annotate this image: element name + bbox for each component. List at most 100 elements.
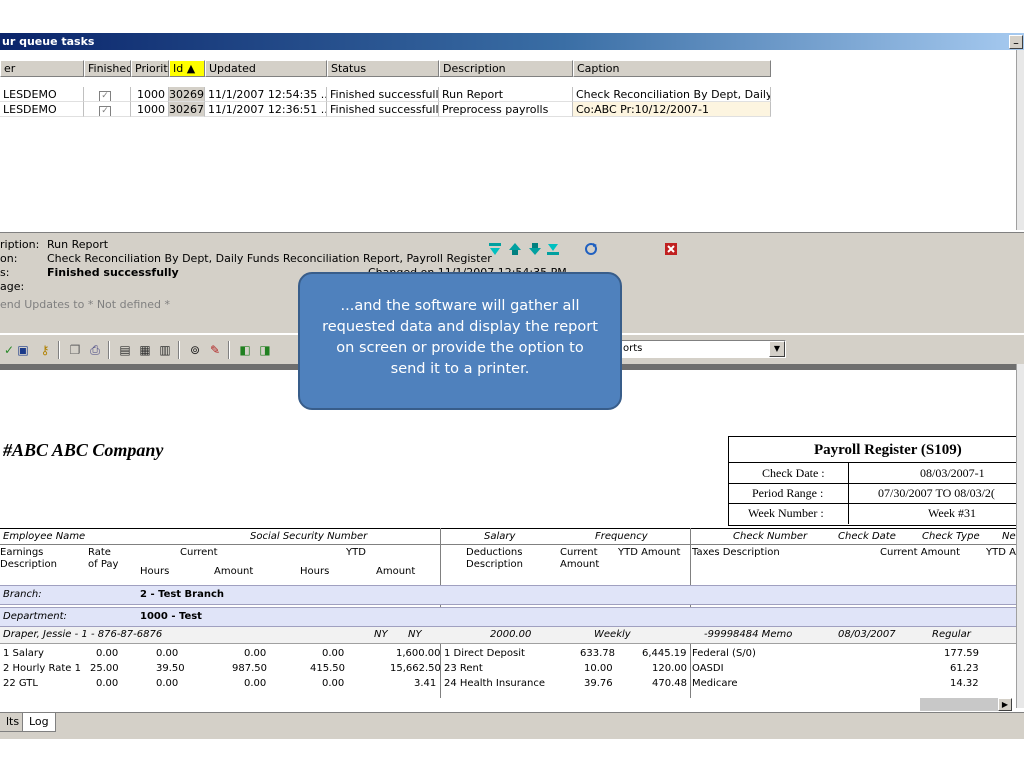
page-view-icon[interactable]: ▦ (136, 341, 154, 359)
subhead-ytd-a: YTD A (986, 547, 1016, 558)
subhead-ytd-amount: Amount (376, 566, 416, 577)
column-header-priority[interactable]: Priority (131, 60, 169, 77)
move-top-icon[interactable] (488, 242, 502, 256)
subhead-current-amount: Current Amount (880, 547, 961, 558)
move-down-icon[interactable] (528, 242, 542, 256)
deduction-current: 633.78 (580, 648, 615, 659)
caption-value: Check Reconciliation By Dept, Daily Fund… (47, 252, 492, 265)
column-header-finished[interactable]: Finished (84, 60, 131, 77)
colhead-salary: Salary (484, 531, 516, 542)
company-name: #ABC ABC Company (3, 440, 164, 460)
print-icon[interactable]: ⎙ (86, 341, 104, 359)
nav-icon-2[interactable]: ◨ (256, 341, 274, 359)
report-horizontal-scrollbar[interactable]: ▶ (0, 698, 1016, 712)
subhead-hours: Hours (140, 566, 170, 577)
colhead-ssn: Social Security Number (250, 531, 368, 542)
bottom-tab-bar: lts Log (0, 712, 1024, 739)
finished-checkbox[interactable]: ✓ (99, 106, 111, 116)
ytd-hours: 0.00 (322, 648, 345, 659)
minimize-button[interactable]: _ (1009, 35, 1023, 49)
ytd-amount: 15,662.50 (390, 663, 441, 674)
employee-frequency: Weekly (594, 629, 631, 640)
earning-rate: 25.00 (90, 663, 119, 674)
header-rule (0, 544, 1016, 545)
info-label: Period Range : (752, 486, 824, 500)
export-icon[interactable]: ✎ (206, 341, 224, 359)
binoculars-icon[interactable]: ⊚ (186, 341, 204, 359)
page-first-icon[interactable]: ▤ (116, 341, 134, 359)
scroll-right-icon[interactable]: ▶ (998, 698, 1012, 711)
deduction-ytd: 6,445.19 (642, 648, 687, 659)
cell-updated: 11/1/2007 12:36:51 ... (205, 102, 327, 117)
toolbar-separator (58, 341, 60, 359)
delete-task-icon[interactable] (664, 242, 678, 256)
subhead-ded-amount: Amount (560, 559, 600, 570)
current-amount: 987.50 (232, 663, 267, 674)
deduction-name: 24 Health Insurance (444, 678, 545, 689)
subhead-of-pay: of Pay (88, 559, 119, 570)
deduction-name: 23 Rent (444, 663, 483, 674)
nav-icon[interactable]: ◧ (236, 341, 254, 359)
subhead-ytd: YTD (346, 547, 366, 558)
queue-task-grid: er Finished Priority Id ▲ Updated Status… (0, 50, 1016, 230)
department-value: 1000 - Test (140, 611, 202, 622)
cell-status: Finished successfully (327, 87, 439, 102)
cell-status: Finished successfully (327, 102, 439, 117)
report-vertical-scrollbar[interactable] (1016, 364, 1024, 708)
save-icon[interactable]: ▣ (14, 341, 32, 359)
cell-finished[interactable]: ✓ (84, 102, 131, 117)
department-label: Department: (3, 611, 67, 622)
info-label: Check Date : (762, 466, 825, 480)
description-value: Run Report (47, 238, 109, 251)
subhead-rate: Rate (88, 547, 111, 558)
cell-priority: 1000 (131, 87, 169, 102)
info-column-divider (848, 462, 849, 524)
employee-row: Draper, Jessie - 1 - 876-87-6876 NY NY 2… (0, 627, 1016, 644)
cell-description: Run Report (439, 87, 573, 102)
tab-log[interactable]: Log (22, 713, 56, 732)
report-select-combo[interactable]: orts ▼ (618, 340, 786, 358)
scrollbar-thumb[interactable] (920, 698, 998, 711)
deduction-ytd: 470.48 (652, 678, 687, 689)
callout-box: ...and the software will gather all requ… (298, 272, 622, 410)
current-amount: 0.00 (244, 678, 267, 689)
column-header-caption[interactable]: Caption (573, 60, 771, 77)
ytd-hours: 0.00 (322, 678, 345, 689)
column-header-description[interactable]: Description (439, 60, 573, 77)
subhead-ded-description: Description (466, 559, 523, 570)
colhead-employee-name: Employee Name (3, 531, 86, 542)
earning-rate: 0.00 (96, 678, 119, 689)
ytd-hours: 415.50 (310, 663, 345, 674)
column-header-updated[interactable]: Updated (205, 60, 327, 77)
key-icon[interactable]: ⚷ (36, 341, 54, 359)
grid-vertical-scrollbar[interactable] (1016, 50, 1024, 230)
cell-user: LESDEMO (0, 87, 84, 102)
chevron-down-icon[interactable]: ▼ (769, 341, 785, 357)
copy-icon[interactable]: ❐ (66, 341, 84, 359)
column-header-user[interactable]: er (0, 60, 84, 77)
cell-finished[interactable]: ✓ (84, 87, 131, 102)
page-last-icon[interactable]: ▥ (156, 341, 174, 359)
subhead-description: Description (0, 559, 57, 570)
current-amount: 0.00 (244, 648, 267, 659)
column-header-status[interactable]: Status (327, 60, 439, 77)
cell-caption: Co:ABC Pr:10/12/2007-1 (573, 102, 771, 117)
move-up-icon[interactable] (508, 242, 522, 256)
toolbar-separator (228, 341, 230, 359)
branch-band: Branch: 2 - Test Branch (0, 585, 1016, 605)
colhead-frequency: Frequency (595, 531, 648, 542)
current-hours: 0.00 (156, 678, 179, 689)
finished-checkbox[interactable]: ✓ (99, 91, 111, 101)
refresh-icon[interactable] (584, 242, 598, 256)
colhead-check-type: Check Type (922, 531, 980, 542)
column-header-id[interactable]: Id ▲ (169, 60, 205, 77)
window-title-bar: ur queue tasks _ (0, 33, 1024, 50)
cell-user: LESDEMO (0, 102, 84, 117)
tax-name: OASDI (692, 663, 724, 674)
move-bottom-icon[interactable] (546, 242, 560, 256)
status-value: Finished successfully (47, 266, 179, 279)
employee-check-date: 08/03/2007 (838, 629, 896, 640)
deduction-current: 10.00 (584, 663, 613, 674)
subhead-current: Current (180, 547, 218, 558)
cell-description: Preprocess payrolls (439, 102, 573, 117)
